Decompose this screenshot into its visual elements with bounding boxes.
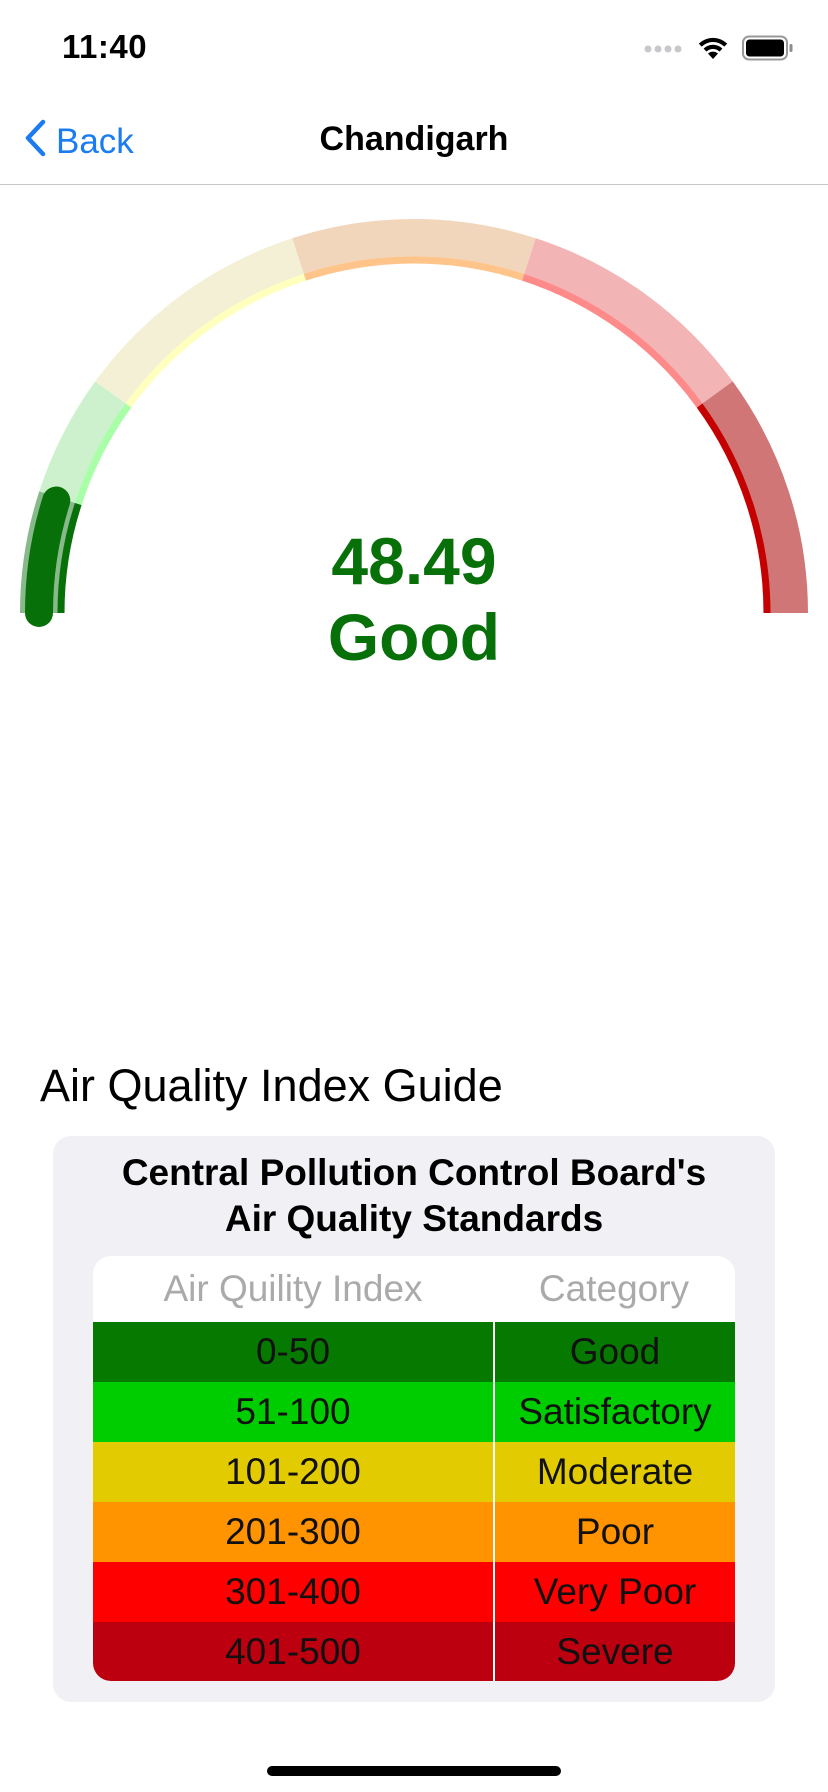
column-header-category: Category (538, 1268, 690, 1309)
navigation-bar: Back Chandigarh (0, 100, 828, 185)
category-cell: Poor (575, 1511, 655, 1552)
signal-dots-icon (644, 41, 684, 59)
table-row: 201-300 Poor (93, 1502, 735, 1562)
category-cell: Severe (556, 1631, 674, 1672)
status-icons (644, 34, 794, 66)
column-header-index: Air Quility Index (163, 1268, 423, 1309)
gauge-track-segment (292, 219, 536, 275)
aqi-table: Air Quility Index Category 0-50 Good 51-… (93, 1256, 735, 1681)
battery-icon (742, 35, 794, 66)
table-row: 301-400 Very Poor (93, 1562, 735, 1622)
range-cell: 201-300 (225, 1511, 361, 1552)
gauge-track-segment (95, 238, 305, 404)
table-row: 0-50 Good (93, 1322, 735, 1382)
aqi-value: 48.49 (331, 524, 497, 598)
category-cell: Satisfactory (518, 1391, 712, 1432)
category-cell: Very Poor (533, 1571, 697, 1612)
page-title: Chandigarh (319, 120, 509, 158)
range-cell: 401-500 (225, 1631, 361, 1672)
status-bar: 11:40 (0, 0, 828, 100)
wifi-icon (696, 35, 730, 66)
status-time: 11:40 (62, 28, 148, 65)
aqi-guide-card: Central Pollution Control Board's Air Qu… (53, 1136, 775, 1702)
range-cell: 0-50 (255, 1331, 331, 1372)
table-row: 401-500 Severe (93, 1622, 735, 1681)
table-row: 51-100 Satisfactory (93, 1382, 735, 1442)
range-cell: 51-100 (235, 1391, 351, 1432)
guide-heading: Air Quality Index Guide (40, 1060, 503, 1111)
table-row: 101-200 Moderate (93, 1442, 735, 1502)
column-divider (493, 1322, 495, 1681)
aqi-category: Good (327, 600, 501, 674)
range-cell: 301-400 (225, 1571, 361, 1612)
table-header: Air Quility Index Category (93, 1256, 735, 1322)
category-cell: Good (569, 1331, 661, 1372)
range-cell: 101-200 (225, 1451, 361, 1492)
home-indicator[interactable] (267, 1766, 561, 1776)
category-cell: Moderate (536, 1451, 694, 1492)
gauge-track-segment (523, 238, 733, 404)
card-title-line-2: Air Quality Standards (224, 1198, 604, 1239)
card-title-line-1: Central Pollution Control Board's (121, 1152, 707, 1193)
